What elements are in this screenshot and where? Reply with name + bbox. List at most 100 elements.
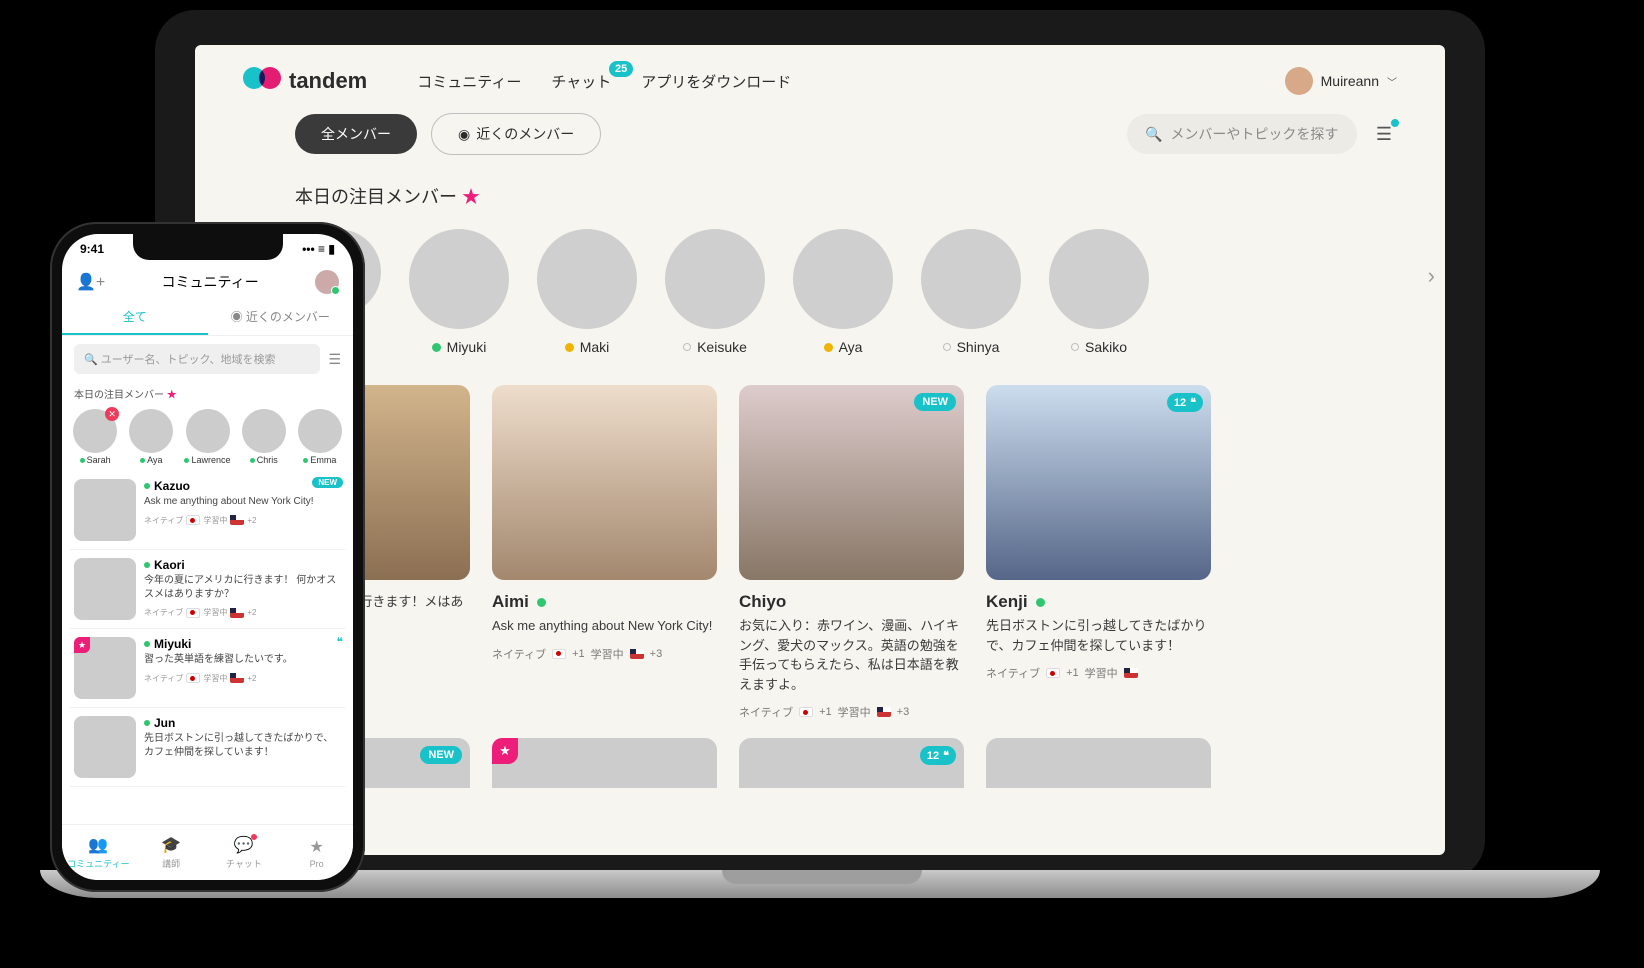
list-item[interactable]: Kaori 今年の夏にアメリカに行きます！ 何かオススメはありますか？ ネイティ… [70, 550, 345, 629]
search-input[interactable]: 🔍 ユーザー名、トピック、地域を検索 [74, 344, 320, 374]
story-name: Shinya [957, 339, 1000, 355]
logo[interactable]: tandem [243, 67, 367, 95]
story-item[interactable]: Aya [126, 409, 176, 465]
story-item[interactable]: Miyuki [409, 229, 509, 355]
nav-pro[interactable]: ★ Pro [280, 825, 353, 880]
story-item[interactable]: Keisuke [665, 229, 765, 355]
story-avatar [409, 229, 509, 329]
nav-label: Pro [310, 859, 324, 869]
user-avatar [1285, 67, 1313, 95]
new-badge: NEW [420, 746, 462, 764]
sliders-icon[interactable]: ☰ [328, 351, 341, 368]
story-name: Sakiko [1085, 339, 1127, 355]
pin-icon: ◉ [458, 126, 470, 143]
story-name: Lawrence [191, 455, 230, 465]
member-card-peek[interactable] [986, 738, 1211, 788]
search-placeholder: ユーザー名、トピック、地域を検索 [101, 354, 276, 366]
member-photo [492, 385, 717, 580]
member-card-peek[interactable]: ★ [492, 738, 717, 788]
status-away-icon [565, 343, 574, 352]
story-avatar [921, 229, 1021, 329]
member-name: Chiyo [739, 592, 786, 612]
featured-heading: 本日の注目メンバー ★ [195, 165, 1445, 217]
filter-nearby[interactable]: ◉ 近くのメンバー [431, 113, 601, 155]
member-name: Miyuki [154, 637, 191, 651]
add-friend-icon[interactable]: 👤+ [76, 272, 105, 292]
story-item[interactable]: Chris [239, 409, 289, 465]
notification-dot [1391, 119, 1399, 127]
member-card[interactable]: 12 ❝ Kenji 先日ボストンに引っ越してきたばかりで、カフェ仲間を探してい… [986, 385, 1211, 720]
story-name: Aya [839, 339, 863, 355]
chat-icon: 💬 [234, 835, 254, 855]
story-item[interactable]: Emma [295, 409, 345, 465]
screen-title: コミュニティー [162, 272, 259, 292]
close-icon[interactable]: ✕ [105, 407, 119, 421]
list-item[interactable]: Kazuo Ask me anything about New York Cit… [70, 471, 345, 550]
member-bio: お気に入り：赤ワイン、漫画、ハイキング、愛犬のマックス。英語の勉強を手伝ってもら… [739, 616, 964, 694]
flag-jp-icon [799, 707, 813, 717]
filter-settings-button[interactable]: ☰ [1371, 121, 1397, 147]
member-card-peek[interactable]: 12 ❝ [739, 738, 964, 788]
story-item[interactable]: Maki [537, 229, 637, 355]
nav-chat[interactable]: チャット 25 [551, 71, 611, 92]
user-avatar[interactable] [315, 270, 339, 294]
nav-label: チャット [226, 857, 262, 870]
member-card[interactable]: Aimi Ask me anything about New York City… [492, 385, 717, 720]
star-badge-icon: ★ [492, 738, 518, 764]
laptop-hinge [722, 870, 922, 884]
cards-peek-row: NEW ★ 12 ❝ [195, 720, 1445, 788]
plus-count: +3 [650, 648, 663, 660]
member-bio: 先日ボストンに引っ越してきたばかりで、カフェ仲間を探しています！ [144, 732, 341, 759]
list-item[interactable]: ★ Miyuki 習った英単語を練習したいです。 ネイティブ 学習中 +2 ❝ [70, 629, 345, 708]
user-menu[interactable]: Muireann ﹀ [1285, 67, 1397, 95]
nav-tutors[interactable]: 🎓 講師 [135, 825, 208, 880]
status-online-icon [80, 458, 85, 463]
member-bio: Ask me anything about New York City! [492, 616, 717, 636]
list-item[interactable]: Jun 先日ボストンに引っ越してきたばかりで、カフェ仲間を探しています！ [70, 708, 345, 787]
nav-chat[interactable]: 💬 チャット [208, 825, 281, 880]
member-name: Kaori [154, 558, 185, 572]
clock: 9:41 [80, 242, 104, 256]
plus-count: +1 [572, 648, 585, 660]
search-input[interactable]: 🔍 メンバーやトピックを探す [1127, 114, 1357, 154]
member-name-row: Kenji [986, 592, 1211, 612]
search-row: 🔍 ユーザー名、トピック、地域を検索 ☰ [62, 336, 353, 382]
story-avatar: ✕ [73, 409, 117, 453]
story-item[interactable]: Lawrence [182, 409, 232, 465]
nav-community[interactable]: コミュニティー [417, 71, 521, 92]
status-online-icon [432, 343, 441, 352]
tab-nearby[interactable]: ◉ 近くのメンバー [208, 300, 354, 335]
flag-us-icon [230, 608, 244, 618]
story-item[interactable]: Shinya [921, 229, 1021, 355]
stories-next-button[interactable]: › [1428, 263, 1435, 289]
nav-community[interactable]: 👥 コミュニティー [62, 825, 135, 880]
story-name: Emma [310, 455, 336, 465]
featured-title: 本日の注目メンバー [74, 390, 164, 401]
flag-jp-icon [186, 515, 200, 525]
story-item[interactable]: Sakiko [1049, 229, 1149, 355]
member-name-row: Chiyo [739, 592, 964, 612]
member-card[interactable]: NEW Chiyo お気に入り：赤ワイン、漫画、ハイキング、愛犬のマックス。英語… [739, 385, 964, 720]
nav-download[interactable]: アプリをダウンロード [641, 71, 791, 92]
filter-all[interactable]: 全メンバー [295, 114, 417, 154]
story-item[interactable]: Aya [793, 229, 893, 355]
story-avatar [129, 409, 173, 453]
plus-count: +1 [1066, 667, 1079, 679]
top-nav: コミュニティー チャット 25 アプリをダウンロード [417, 71, 791, 92]
learning-label: 学習中 [1085, 665, 1118, 681]
nav-label: 講師 [162, 857, 180, 870]
story-avatar [1049, 229, 1149, 329]
story-name: Aya [147, 455, 162, 465]
status-online-icon [250, 458, 255, 463]
story-avatar [665, 229, 765, 329]
plus-count: +1 [819, 706, 832, 718]
language-meta: ネイティブ 学習中 +2 [144, 673, 341, 684]
status-online-icon [1036, 598, 1045, 607]
notification-dot [251, 834, 257, 840]
user-name: Muireann [1321, 73, 1379, 89]
mobile-tabs: 全て ◉ 近くのメンバー [62, 300, 353, 336]
story-item[interactable]: ✕ Sarah [70, 409, 120, 465]
tab-all[interactable]: 全て [62, 300, 208, 335]
flag-us-icon [630, 649, 644, 659]
member-name: Kazuo [154, 479, 190, 493]
